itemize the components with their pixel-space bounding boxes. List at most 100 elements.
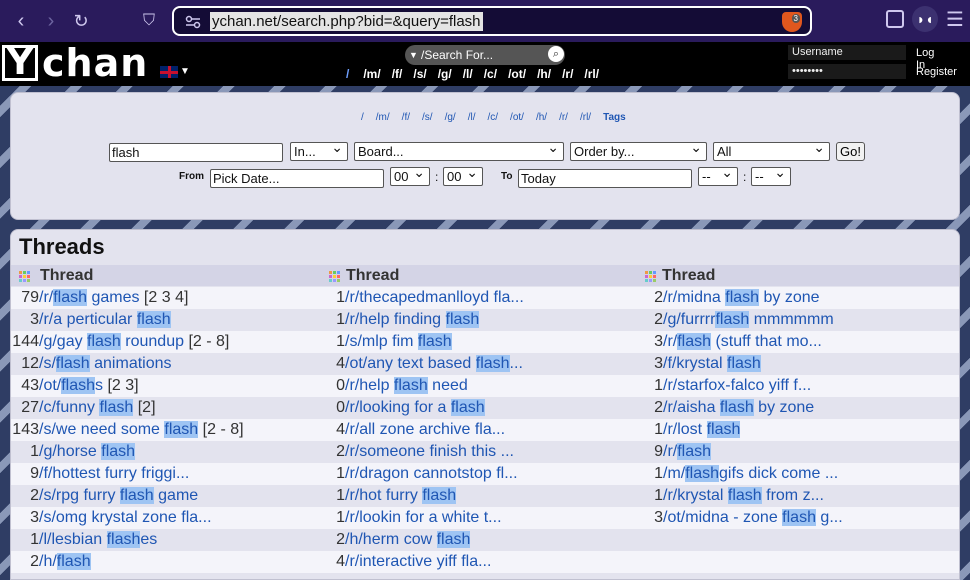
board-link[interactable]: /r/ — [562, 67, 573, 81]
board-link[interactable]: /f/ — [392, 67, 403, 81]
search-icon[interactable]: ⌕ — [548, 46, 564, 62]
search-board-link[interactable]: /ot/ — [510, 112, 524, 123]
search-highlight: flash — [55, 355, 90, 372]
back-icon[interactable]: ‹ — [6, 6, 36, 36]
reply-count: 0 — [336, 399, 345, 416]
search-board-link[interactable]: /g/ — [445, 112, 456, 123]
thread-link[interactable]: /ot/flashs — [39, 377, 103, 394]
board-link[interactable]: /s/ — [413, 67, 426, 81]
search-board-link[interactable]: /f/ — [402, 112, 410, 123]
menu-icon[interactable]: ☰ — [946, 7, 966, 32]
reload-icon[interactable]: ↻ — [66, 6, 96, 36]
board-link[interactable]: /g/ — [438, 67, 452, 81]
forward-icon[interactable]: › — [36, 6, 66, 36]
page-links[interactable]: [2 3] — [103, 377, 138, 394]
thread-link[interactable]: /r/help flash need — [345, 377, 468, 394]
thread-link[interactable]: /r/flash — [663, 443, 712, 460]
thread-link[interactable]: /r/interactive yiff fla... — [345, 553, 491, 570]
private-window-icon[interactable]: ◗◖ — [912, 6, 938, 32]
in-select[interactable]: In... — [290, 139, 348, 161]
board-link[interactable]: /l/ — [463, 67, 473, 81]
board-link[interactable]: /m/ — [363, 67, 380, 81]
search-board-link[interactable]: / — [361, 112, 364, 123]
uk-flag-icon[interactable] — [160, 66, 178, 78]
thread-link[interactable]: /f/krystal flash — [663, 355, 761, 372]
search-board-link[interactable]: /s/ — [422, 112, 433, 123]
search-board-link[interactable]: /m/ — [376, 112, 390, 123]
go-button[interactable]: Go! — [836, 142, 865, 161]
board-link[interactable]: /h/ — [537, 67, 551, 81]
thread-link[interactable]: /r/midna flash by zone — [663, 289, 820, 306]
thread-link[interactable]: /r/thecapedmanlloyd fla... — [345, 289, 524, 306]
to-date-input[interactable]: Today — [518, 169, 692, 188]
thread-link[interactable]: /g/furrrrflash mmmmmm — [663, 311, 834, 328]
thread-link[interactable]: /r/flash (stuff that mo... — [663, 333, 822, 350]
page-links[interactable]: [2] — [133, 399, 156, 416]
site-settings-icon[interactable] — [184, 13, 202, 31]
thread-link[interactable]: /r/dragon cannotstop fl... — [345, 465, 518, 482]
thread-link[interactable]: /s/flash animations — [39, 355, 172, 372]
search-for-dropdown[interactable]: ▼ /Search For... — [405, 45, 565, 65]
thread-link[interactable]: /s/rpg furry flash game — [39, 487, 198, 504]
thread-link[interactable]: /r/all zone archive fla... — [345, 421, 505, 438]
thread-link[interactable]: /s/we need some flash — [39, 421, 199, 438]
address-bar[interactable]: ychan.net/search.php?bid=&query=flash 3 — [172, 6, 812, 36]
thread-link[interactable]: /g/horse flash — [39, 443, 136, 460]
thread-link[interactable]: /s/mlp fim flash — [345, 333, 452, 350]
thread-link[interactable]: /r/krystal flash from z... — [663, 487, 824, 504]
thread-link[interactable]: /h/flash — [39, 553, 91, 570]
thread-link[interactable]: /r/lookin for a white t... — [345, 509, 502, 526]
to-hour-select[interactable]: -- — [698, 164, 738, 186]
register-button[interactable]: Register — [916, 66, 957, 78]
username-field[interactable]: Username — [788, 45, 906, 60]
from-hour-select[interactable]: 00 — [390, 164, 430, 186]
to-minute-select[interactable]: -- — [751, 164, 791, 186]
filter-select[interactable]: All — [713, 139, 830, 161]
order-select[interactable]: Order by... — [570, 139, 707, 161]
chevron-down-icon[interactable]: ▼ — [180, 66, 190, 77]
page-links[interactable]: [2 3 4] — [139, 289, 188, 306]
page-links[interactable]: [2 - 8] — [198, 421, 244, 438]
thread-link[interactable]: /l/lesbian flashes — [39, 531, 157, 548]
url-text[interactable]: ychan.net/search.php?bid=&query=flash — [210, 11, 483, 31]
thread-link[interactable]: /r/flash games — [39, 289, 139, 306]
thread-link[interactable]: /r/starfox-falco yiff f... — [663, 377, 811, 394]
tags-link[interactable]: Tags — [603, 112, 626, 123]
search-board-link[interactable]: /h/ — [536, 112, 547, 123]
thread-link[interactable]: /f/hottest furry friggi... — [39, 465, 189, 482]
board-select[interactable]: Board... — [354, 139, 564, 161]
search-board-link[interactable]: /rl/ — [580, 112, 591, 123]
search-query-input[interactable]: flash — [109, 143, 283, 162]
thread-link[interactable]: /r/help finding flash — [345, 311, 480, 328]
thread-link[interactable]: /r/a perticular flash — [39, 311, 171, 328]
thread-link[interactable]: /c/funny flash — [39, 399, 134, 416]
thread-link[interactable]: /ot/any text based flash... — [345, 355, 523, 372]
page-links[interactable]: [2 - 8] — [184, 333, 229, 350]
board-link[interactable]: /c/ — [484, 67, 497, 81]
password-field[interactable]: •••••••• — [788, 64, 906, 79]
bookmark-icon[interactable]: ⛉ — [134, 6, 164, 36]
search-highlight: flash — [417, 333, 452, 350]
site-logo[interactable]: Y chan — [2, 44, 148, 82]
search-board-link[interactable]: /r/ — [559, 112, 568, 123]
board-link[interactable]: /rl/ — [584, 67, 599, 81]
board-link[interactable]: / — [346, 67, 349, 81]
thread-link[interactable]: /s/omg krystal zone fla... — [39, 509, 212, 526]
thread-link[interactable]: /h/herm cow flash — [345, 531, 471, 548]
thread-link[interactable]: /r/looking for a flash — [345, 399, 485, 416]
thread-link[interactable]: /r/aisha flash by zone — [663, 399, 814, 416]
thread-link[interactable]: /r/hot furry flash — [345, 487, 457, 504]
thread-link[interactable]: /m/flashgifs dick come ... — [663, 465, 838, 482]
thread-link[interactable]: /ot/midna - zone flash g... — [663, 509, 843, 526]
from-date-input[interactable]: Pick Date... — [210, 169, 384, 188]
thread-link[interactable]: /r/lost flash — [663, 421, 741, 438]
sidebar-toggle-icon[interactable] — [886, 10, 904, 28]
search-board-link[interactable]: /c/ — [487, 112, 498, 123]
board-link[interactable]: /ot/ — [508, 67, 526, 81]
thread-link[interactable]: /g/gay flash roundup — [39, 333, 184, 350]
from-minute-select[interactable]: 00 — [443, 164, 483, 186]
brave-shield-icon[interactable]: 3 — [782, 12, 802, 32]
search-board-link[interactable]: /l/ — [468, 112, 476, 123]
thread-link[interactable]: /r/someone finish this ... — [345, 443, 514, 460]
board-nav: / /m/ /f/ /s/ /g/ /l/ /c/ /ot/ /h/ /r/ /… — [346, 67, 610, 81]
